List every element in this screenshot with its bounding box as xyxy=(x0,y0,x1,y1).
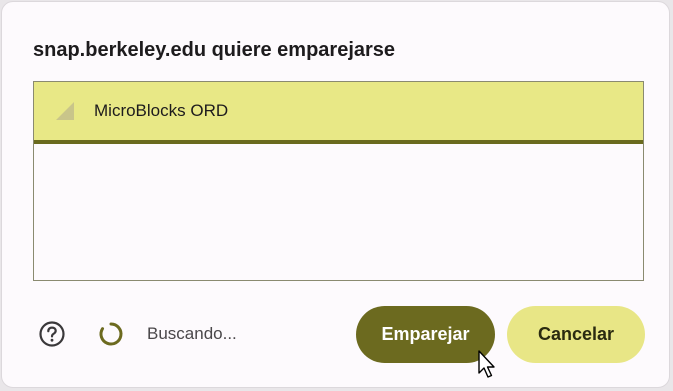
pair-button-label: Emparejar xyxy=(381,324,470,344)
device-list-item[interactable]: MicroBlocks ORD xyxy=(34,82,643,144)
signal-strength-icon xyxy=(56,102,74,120)
pair-button[interactable]: Emparejar xyxy=(356,306,495,363)
pairing-dialog: snap.berkeley.edu quiere emparejarse Mic… xyxy=(1,1,670,388)
loading-spinner-icon xyxy=(99,322,123,346)
device-list[interactable]: MicroBlocks ORD xyxy=(33,81,644,281)
dialog-title: snap.berkeley.edu quiere emparejarse xyxy=(33,39,396,61)
status-text: Buscando... xyxy=(147,324,237,343)
cancel-button-label: Cancelar xyxy=(537,324,615,344)
help-circle-icon[interactable] xyxy=(38,320,66,348)
device-name: MicroBlocks ORD xyxy=(94,101,229,120)
cancel-button[interactable]: Cancelar xyxy=(507,306,645,363)
